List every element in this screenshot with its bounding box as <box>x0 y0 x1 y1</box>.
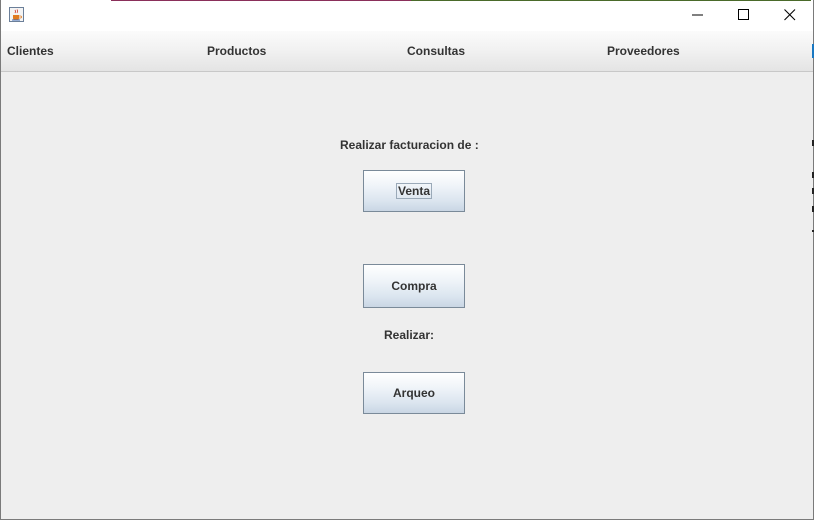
realizar-label: Realizar: <box>384 328 435 342</box>
menu-bar: Clientes Productos Consultas Proveedores <box>1 31 813 72</box>
arqueo-button-label: Arqueo <box>393 386 435 400</box>
minimize-icon <box>692 14 703 16</box>
arqueo-button[interactable]: Arqueo <box>363 372 465 414</box>
compra-button-label: Compra <box>391 279 437 293</box>
close-icon <box>784 9 796 21</box>
close-button[interactable] <box>767 0 813 31</box>
menu-proveedores[interactable]: Proveedores <box>607 31 680 71</box>
venta-button-label: Venta <box>395 182 432 199</box>
title-accent <box>111 0 411 1</box>
venta-button[interactable]: Venta <box>363 170 465 212</box>
facturacion-label: Realizar facturacion de : <box>340 138 479 152</box>
maximize-button[interactable] <box>721 0 767 31</box>
compra-button[interactable]: Compra <box>363 264 465 308</box>
maximize-icon <box>738 9 749 20</box>
minimize-button[interactable] <box>675 0 721 31</box>
menu-consultas[interactable]: Consultas <box>407 31 465 71</box>
java-cup-icon[interactable] <box>9 7 24 22</box>
app-window: Clientes Productos Consultas Proveedores… <box>0 0 814 520</box>
main-panel: Realizar facturacion de : Venta Compra R… <box>1 72 813 519</box>
title-bar[interactable] <box>1 0 813 31</box>
menu-clientes[interactable]: Clientes <box>7 31 54 71</box>
menu-productos[interactable]: Productos <box>207 31 266 71</box>
